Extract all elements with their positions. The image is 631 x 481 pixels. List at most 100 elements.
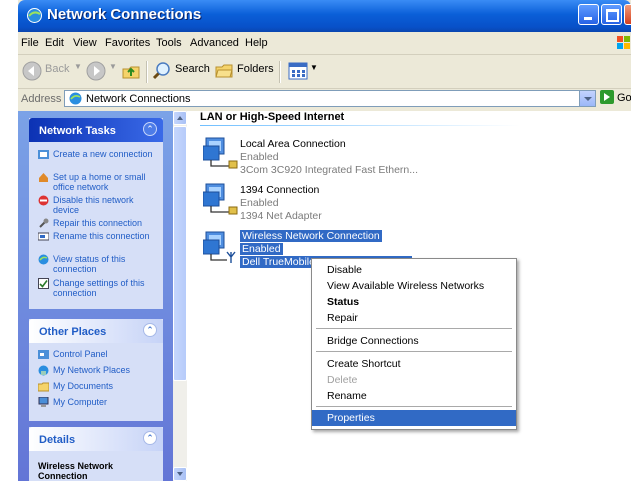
task-pane-scrollbar[interactable] (173, 111, 187, 481)
task-home-network[interactable]: Set up a home or small office network (38, 172, 158, 192)
views-icon[interactable] (288, 62, 308, 80)
context-rename[interactable]: Rename (312, 388, 516, 404)
place-my-documents[interactable]: My Documents (38, 381, 158, 392)
menu-advanced[interactable]: Advanced (190, 37, 239, 49)
minimize-button[interactable] (578, 4, 599, 25)
new-connection-icon (38, 150, 49, 159)
menu-separator (316, 328, 512, 329)
context-create-shortcut[interactable]: Create Shortcut (312, 356, 516, 372)
close-button[interactable] (624, 4, 631, 25)
status-icon (38, 254, 49, 265)
toolbar: Back ▼ ▼ Search Folders ▼ (18, 55, 631, 89)
menu-edit[interactable]: Edit (45, 37, 64, 49)
lan-connection-icon[interactable] (203, 136, 239, 170)
task-rename-connection[interactable]: Rename this connection (38, 231, 158, 241)
menu-tools[interactable]: Tools (156, 37, 182, 49)
collapse-chevron-icon[interactable]: ⌃ (143, 122, 157, 136)
context-bridge-connections[interactable]: Bridge Connections (312, 333, 516, 349)
place-control-panel[interactable]: Control Panel (38, 349, 158, 359)
folders-icon[interactable] (214, 61, 234, 81)
address-value: Network Connections (86, 93, 191, 105)
context-repair[interactable]: Repair (312, 310, 516, 326)
task-disable-device[interactable]: Disable this network device (38, 195, 158, 215)
address-bar: Address Network Connections Go (18, 89, 631, 110)
menu-separator (316, 351, 512, 352)
menu-view[interactable]: View (73, 37, 97, 49)
group-divider (200, 125, 520, 126)
context-status[interactable]: Status (312, 294, 516, 310)
address-dropdown-button[interactable] (579, 91, 595, 106)
lan-connection-status: Enabled (240, 151, 279, 163)
place-my-network-places[interactable]: My Network Places (38, 365, 158, 376)
other-places-panel: Other Places ⌃ Control Panel My Network … (29, 319, 163, 421)
context-disable[interactable]: Disable (312, 262, 516, 278)
maximize-button[interactable] (601, 4, 622, 25)
toolbar-separator (279, 61, 281, 83)
forward-arrow-icon[interactable] (86, 61, 106, 81)
back-arrow-icon[interactable] (22, 61, 42, 81)
context-view-wireless-networks[interactable]: View Available Wireless Networks (312, 278, 516, 294)
title-bar[interactable]: Network Connections (18, 0, 631, 32)
network-places-icon (38, 365, 49, 376)
lan-connection-device: 3Com 3C920 Integrated Fast Ethern... (240, 164, 419, 176)
context-delete[interactable]: Delete (312, 372, 516, 388)
up-folder-icon[interactable] (121, 61, 141, 81)
details-panel: Details ⌃ Wireless Network Connection (29, 427, 163, 481)
forward-dropdown-icon[interactable]: ▼ (109, 62, 117, 71)
go-arrow-icon[interactable] (600, 90, 614, 104)
back-button[interactable]: Back (45, 63, 69, 75)
menu-bar: File Edit View Favorites Tools Advanced … (18, 32, 631, 55)
window-title: Network Connections (47, 6, 202, 23)
task-view-status[interactable]: View status of this connection (38, 254, 158, 274)
menu-file[interactable]: File (21, 37, 39, 49)
1394-connection-name[interactable]: 1394 Connection (240, 184, 319, 196)
scroll-up-button[interactable] (173, 111, 187, 125)
repair-icon (39, 218, 49, 228)
task-create-connection[interactable]: Create a new connection (38, 149, 158, 159)
other-places-title: Other Places (39, 326, 107, 338)
folders-button[interactable]: Folders (237, 63, 274, 75)
my-computer-icon (38, 397, 49, 407)
details-header[interactable]: Details ⌃ (29, 427, 163, 451)
wireless-connection-icon[interactable] (203, 230, 239, 264)
wireless-connection-name[interactable]: Wireless Network Connection (240, 230, 382, 242)
details-selection-name: Wireless Network Connection (38, 461, 113, 481)
back-dropdown-icon[interactable]: ▼ (74, 62, 82, 71)
my-documents-icon (38, 382, 49, 392)
task-change-settings[interactable]: Change settings of this connection (38, 278, 158, 298)
menu-favorites[interactable]: Favorites (105, 37, 150, 49)
lan-connection-name[interactable]: Local Area Connection (240, 138, 346, 150)
1394-connection-device: 1394 Net Adapter (240, 210, 322, 222)
address-input[interactable]: Network Connections (64, 90, 596, 107)
menu-separator (316, 406, 512, 407)
context-properties[interactable]: Properties (312, 410, 516, 426)
network-tasks-title: Network Tasks (39, 125, 116, 137)
other-places-header[interactable]: Other Places ⌃ (29, 319, 163, 343)
scroll-thumb[interactable] (173, 126, 187, 381)
network-connections-window: Network Connections File Edit View Favor… (18, 0, 631, 481)
collapse-chevron-icon[interactable]: ⌃ (143, 323, 157, 337)
views-dropdown-icon[interactable]: ▼ (310, 63, 318, 72)
context-menu: Disable View Available Wireless Networks… (311, 258, 517, 430)
settings-check-icon (38, 278, 49, 289)
search-icon[interactable] (152, 61, 172, 81)
network-tasks-panel: Network Tasks ⌃ Create a new connection … (29, 118, 163, 309)
network-connections-icon (27, 8, 42, 23)
network-tasks-header[interactable]: Network Tasks ⌃ (29, 118, 163, 142)
menu-help[interactable]: Help (245, 37, 268, 49)
details-title: Details (39, 434, 76, 446)
disable-device-icon (38, 195, 49, 206)
go-button[interactable]: Go (617, 92, 631, 104)
control-panel-icon (38, 350, 49, 359)
search-button[interactable]: Search (175, 63, 210, 75)
rename-icon (38, 232, 49, 241)
1394-connection-icon[interactable] (203, 182, 239, 216)
address-label: Address (21, 93, 62, 105)
place-my-computer[interactable]: My Computer (38, 397, 158, 407)
network-connections-icon (69, 92, 82, 105)
task-repair-connection[interactable]: Repair this connection (38, 218, 158, 228)
windows-logo-icon (617, 36, 630, 49)
home-network-icon (39, 173, 48, 182)
collapse-chevron-icon[interactable]: ⌃ (143, 431, 157, 445)
scroll-down-button[interactable] (173, 467, 187, 481)
